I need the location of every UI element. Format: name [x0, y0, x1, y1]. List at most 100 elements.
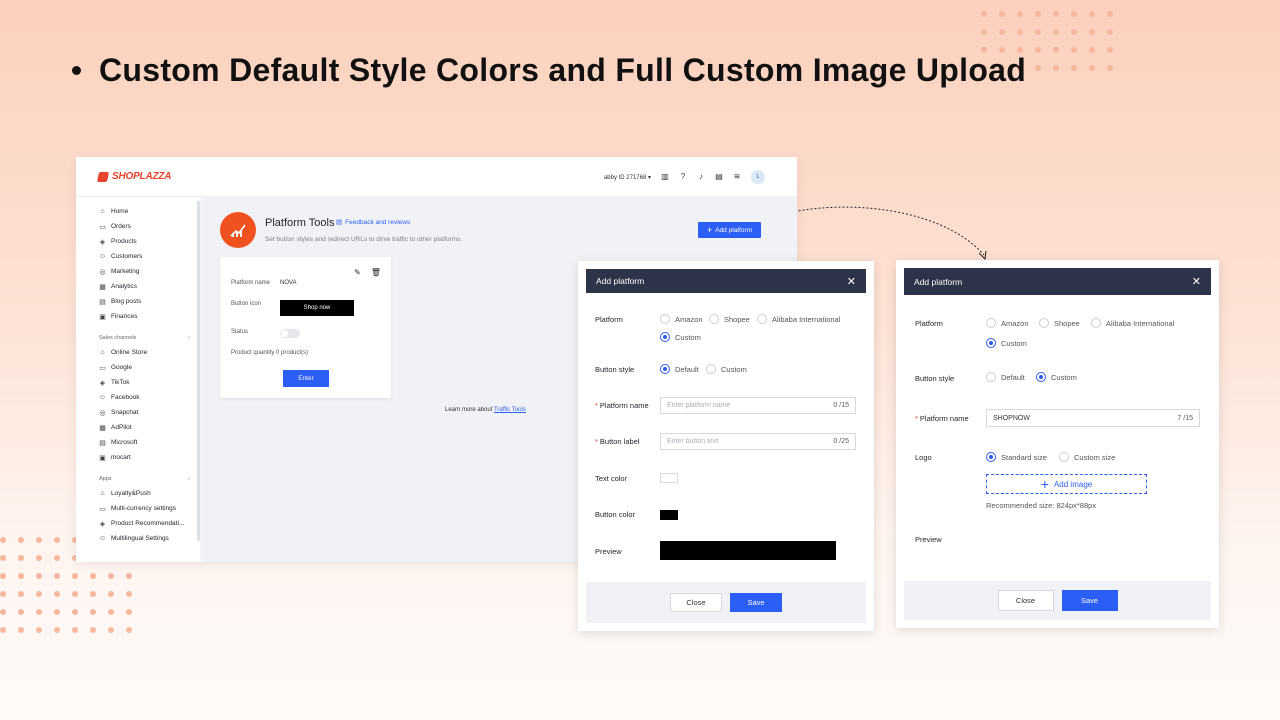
radio-shopee[interactable]: Shopee — [709, 314, 750, 324]
learn-more-text: Learn more about — [445, 407, 493, 413]
plus-icon: + — [706, 225, 713, 235]
enter-button[interactable]: Enter — [283, 370, 329, 387]
decorative-dot — [54, 537, 60, 543]
channel-item-snapchat[interactable]: ◎ Snapchat — [99, 405, 200, 420]
decorative-dot — [1053, 47, 1059, 53]
decorative-dot — [18, 591, 24, 597]
save-button[interactable]: Save — [730, 593, 782, 612]
channel-item-facebook[interactable]: ☺ Facebook — [99, 390, 200, 405]
radio-standard-size[interactable]: Standard size — [986, 452, 1047, 462]
apps-header[interactable]: Apps › — [99, 472, 200, 486]
radio-label: Default — [1001, 372, 1025, 382]
button-label-input[interactable]: Enter button text 0 /25 — [660, 433, 856, 450]
decorative-dot — [54, 627, 60, 633]
page-subtitle: Set button styles and redirect URLs to d… — [265, 236, 463, 243]
radio-label: Amazon — [675, 314, 703, 324]
radio-default-style[interactable]: Default — [660, 364, 699, 374]
save-button[interactable]: Save — [1061, 590, 1118, 611]
help-icon[interactable]: ? — [679, 173, 687, 181]
decorative-dot — [1071, 29, 1077, 35]
platform-name-label: * Platform name — [595, 401, 649, 410]
store-icon[interactable]: ▥ — [661, 173, 669, 181]
sidebar-item-home[interactable]: ⌂ Home — [99, 204, 200, 219]
channel-item-microsoft[interactable]: ▤ Microsoft — [99, 435, 200, 450]
feedback-link[interactable]: ▤ Feedback and reviews — [336, 218, 411, 227]
radio-amazon[interactable]: Amazon — [660, 314, 703, 324]
sidebar-item-analytics[interactable]: ▦ Analytics — [99, 279, 200, 294]
traffic-tools-link[interactable]: Traffic Tools — [494, 407, 526, 413]
app-item-product-recommendati[interactable]: ◈ Product Recommendati... — [99, 516, 200, 531]
decorative-dot — [36, 537, 42, 543]
wifi-icon[interactable]: ≋ — [733, 173, 741, 181]
radio-alibaba[interactable]: Alibaba International — [757, 314, 840, 324]
topbar: SHOPLAZZA abby ID 271768 ▾ ▥ ? ♪ ▤ ≋ L — [76, 157, 797, 197]
radio-custom-style[interactable]: Custom — [1036, 372, 1077, 382]
avatar[interactable]: L — [751, 170, 765, 184]
sidebar-item-blog-posts[interactable]: ▤ Blog posts — [99, 294, 200, 309]
message-icon[interactable]: ▤ — [715, 173, 723, 181]
app-item-multi-currency-settings[interactable]: ▭ Multi-currency settings — [99, 501, 200, 516]
nav-label: Marketing — [111, 268, 140, 275]
decorative-dot — [1017, 11, 1023, 17]
nav-label: Analytics — [111, 283, 138, 290]
sales-channels-header[interactable]: Sales channels › — [99, 331, 200, 345]
edit-pencil-icon[interactable]: ✎ — [354, 268, 361, 277]
feedback-label: Feedback and reviews — [345, 218, 411, 226]
channel-item-mocart[interactable]: ▣ mocart — [99, 450, 200, 465]
close-icon[interactable]: ✕ — [847, 275, 856, 288]
headline-text: Custom Default Style Colors and Full Cus… — [99, 52, 1027, 88]
sidebar-item-products[interactable]: ◈ Products — [99, 234, 200, 249]
radio-custom-platform[interactable]: Custom — [660, 332, 701, 342]
close-icon[interactable]: ✕ — [1192, 275, 1201, 288]
add-image-button[interactable]: + Add image — [986, 474, 1147, 494]
decorative-dot — [1017, 29, 1023, 35]
radio-shopee[interactable]: Shopee — [1039, 318, 1080, 328]
decorative-dot — [90, 591, 96, 597]
radio-label: Custom — [1051, 372, 1077, 382]
channel-item-adpilot[interactable]: ▦ AdPilot — [99, 420, 200, 435]
platform-name-input[interactable]: Enter platform name 0 /15 — [660, 397, 856, 414]
sidebar-item-marketing[interactable]: ◎ Marketing — [99, 264, 200, 279]
radio-custom-style[interactable]: Custom — [706, 364, 747, 374]
platform-name-input[interactable]: SHOPNOW 7 /15 — [986, 409, 1200, 427]
sidebar-scrollbar[interactable] — [197, 201, 200, 541]
shoplazza-logo[interactable]: SHOPLAZZA — [96, 171, 172, 182]
decorative-dot — [1107, 65, 1113, 71]
decorative-dot — [1089, 11, 1095, 17]
sidebar-item-orders[interactable]: ▭ Orders — [99, 219, 200, 234]
placeholder: Enter platform name — [667, 402, 731, 409]
close-button[interactable]: Close — [997, 590, 1054, 611]
sidebar-item-finances[interactable]: ▣ Finances — [99, 309, 200, 324]
radio-circle — [706, 364, 716, 374]
status-toggle[interactable] — [280, 329, 300, 338]
add-platform-label: Add platform — [715, 226, 753, 234]
app-item-multilingual-settings[interactable]: ☺ Multilingual Settings — [99, 531, 200, 546]
radio-default-style[interactable]: Default — [986, 372, 1025, 382]
channel-item-google[interactable]: ▭ Google — [99, 360, 200, 375]
nav-icon: ⌂ — [100, 349, 105, 356]
sidebar-item-customers[interactable]: ☺ Customers — [99, 249, 200, 264]
channel-item-tiktok[interactable]: ◈ TikTok — [99, 375, 200, 390]
radio-amazon[interactable]: Amazon — [986, 318, 1029, 328]
app-item-loyalty-push[interactable]: ⌂ Loyalty&Push — [99, 486, 200, 501]
account-switcher[interactable]: abby ID 271768 ▾ — [604, 174, 651, 181]
label-text: Button label — [599, 437, 640, 446]
decorative-dot — [72, 609, 78, 615]
close-button[interactable]: Close — [670, 593, 722, 612]
decorative-dot — [1071, 65, 1077, 71]
blog-icon: ▤ — [99, 298, 106, 306]
radio-custom-size[interactable]: Custom size — [1059, 452, 1115, 462]
radio-custom-platform[interactable]: Custom — [986, 338, 1027, 348]
radio-circle — [986, 318, 996, 328]
nav-label: AdPilot — [111, 424, 132, 431]
radio-alibaba[interactable]: Alibaba International — [1091, 318, 1174, 328]
text-color-swatch[interactable] — [660, 473, 678, 483]
notification-bell-icon[interactable]: ♪ — [697, 173, 705, 181]
add-platform-button[interactable]: + Add platform — [698, 222, 761, 238]
preview-button — [660, 541, 836, 560]
button-color-swatch[interactable] — [660, 510, 678, 520]
nav-icon: ▭ — [99, 505, 106, 513]
radio-circle-selected — [660, 364, 670, 374]
delete-trash-icon[interactable]: 🗑 — [371, 268, 381, 277]
channel-item-online-store[interactable]: ⌂ Online Store — [99, 345, 200, 360]
